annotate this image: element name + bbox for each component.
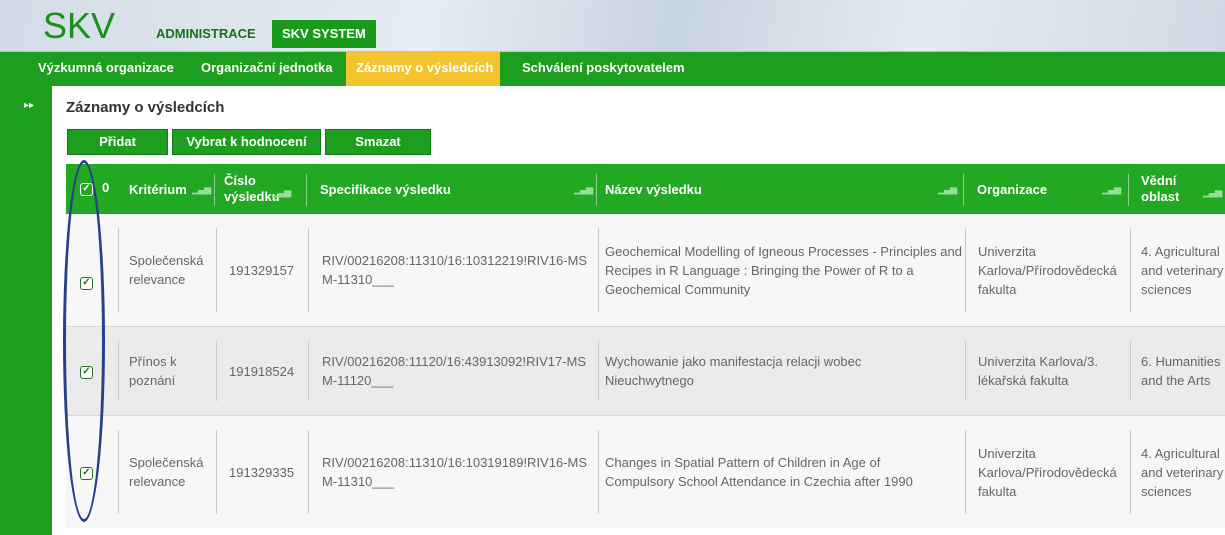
- column-header-cislo[interactable]: Číslo výsledku ▁▃▅: [224, 164, 294, 214]
- cell-cislo: 191329335: [229, 464, 295, 480]
- cell-nazev: Changes in Spatial Pattern of Children i…: [605, 455, 913, 489]
- results-table: ✓ 0 Kritérium ▁▃▅ Číslo výsledku ▁▃▅ Spe…: [66, 164, 1225, 535]
- cell-vedni-oblast: 4. Agricultural and veterinary sciences: [1141, 445, 1224, 499]
- cell-kriterium: Přínos k poznání: [129, 354, 177, 388]
- annotation-ellipse: [63, 160, 105, 522]
- nav-vyzkumna-organizace[interactable]: Výzkumná organizace: [28, 52, 184, 86]
- cell-vedni-oblast: 4. Agricultural and veterinary sciences: [1141, 243, 1224, 297]
- table-row[interactable]: ✓ Společenská relevance 191329335 RIV/00…: [66, 416, 1225, 528]
- cell-organizace: Univerzita Karlova/Přírodovědecká fakult…: [978, 445, 1117, 499]
- column-header-kriterium[interactable]: Kritérium ▁▃▅: [129, 164, 214, 214]
- sort-icon[interactable]: ▁▃▅: [1102, 184, 1121, 195]
- sort-icon[interactable]: ▁▃▅: [272, 184, 291, 200]
- table-row[interactable]: ✓ Přínos k poznání 191918524 RIV/0021620…: [66, 327, 1225, 415]
- sidebar-divider: [52, 86, 55, 535]
- cell-organizace: Univerzita Karlova/3. lékařská fakulta: [978, 354, 1098, 388]
- column-header-specifikace[interactable]: Specifikace výsledku ▁▃▅: [320, 164, 596, 214]
- double-chevron-right-icon[interactable]: ▸▸: [24, 100, 34, 111]
- table-row[interactable]: ✓ Společenská relevance 191329157 RIV/00…: [66, 214, 1225, 326]
- main-nav: Výzkumná organizace Organizační jednotka…: [0, 52, 1225, 86]
- cell-cislo: 191329157: [229, 262, 295, 278]
- nav-organizacni-jednotka[interactable]: Organizační jednotka: [191, 52, 342, 86]
- selected-count: 0: [102, 180, 110, 195]
- select-for-evaluation-button[interactable]: Vybrat k hodnocení: [172, 129, 321, 155]
- tab-skv-system[interactable]: SKV SYSTEM: [272, 20, 376, 48]
- sort-icon[interactable]: ▁▃▅: [192, 184, 211, 195]
- tab-administrace[interactable]: ADMINISTRACE: [146, 20, 266, 48]
- cell-kriterium: Společenská relevance: [129, 253, 204, 287]
- cell-cislo: 191918524: [229, 363, 295, 379]
- cell-specifikace: RIV/00216208:11120/16:43913092!RIV17-MSM…: [322, 354, 587, 388]
- nav-schvaleni-poskytovatelem[interactable]: Schválení poskytovatelem: [512, 52, 695, 86]
- app-logo: SKV: [43, 5, 116, 46]
- column-header-organizace[interactable]: Organizace ▁▃▅: [977, 164, 1124, 214]
- sort-icon[interactable]: ▁▃▅: [574, 184, 593, 195]
- cell-vedni-oblast: 6. Humanities and the Arts: [1141, 354, 1221, 388]
- sort-icon[interactable]: ▁▃▅: [938, 184, 957, 195]
- table-header: ✓ 0 Kritérium ▁▃▅ Číslo výsledku ▁▃▅ Spe…: [66, 164, 1225, 214]
- delete-button[interactable]: Smazat: [325, 129, 431, 155]
- cell-organizace: Univerzita Karlova/Přírodovědecká fakult…: [978, 243, 1117, 297]
- cell-nazev: Wychowanie jako manifestacja relacji wob…: [605, 354, 862, 388]
- sort-icon[interactable]: ▁▃▅: [1203, 184, 1222, 200]
- column-header-vedni-oblast[interactable]: Vědní oblast ▁▃▅: [1141, 164, 1225, 214]
- sidebar-collapsed: ▸▸: [0, 86, 52, 535]
- cell-kriterium: Společenská relevance: [129, 455, 204, 489]
- add-button[interactable]: Přidat: [67, 129, 168, 155]
- top-bar: SKV ADMINISTRACE SKV SYSTEM: [0, 0, 1225, 52]
- cell-nazev: Geochemical Modelling of Igneous Process…: [605, 243, 962, 297]
- cell-specifikace: RIV/00216208:11310/16:10319189!RIV16-MSM…: [322, 455, 588, 489]
- nav-zaznamy-o-vysledcich[interactable]: Záznamy o výsledcích: [346, 52, 500, 86]
- cell-specifikace: RIV/00216208:11310/16:10312219!RIV16-MSM…: [322, 253, 588, 287]
- page-title: Záznamy o výsledcích: [66, 99, 225, 116]
- column-header-nazev[interactable]: Název výsledku ▁▃▅: [605, 164, 960, 214]
